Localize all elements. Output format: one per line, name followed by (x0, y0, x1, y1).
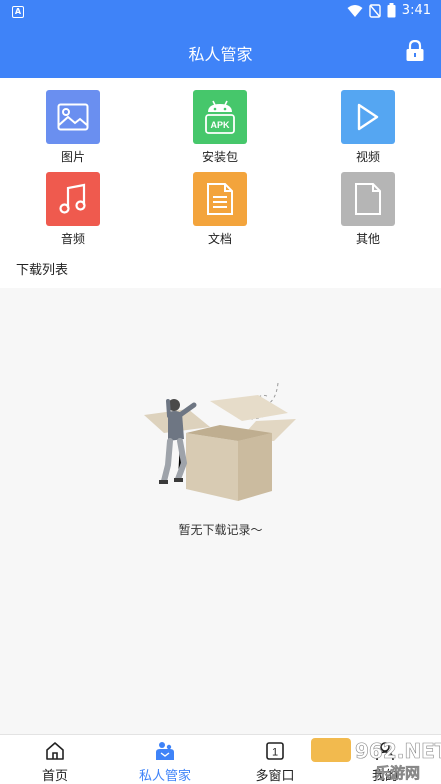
nav-home[interactable]: 首页 (0, 735, 110, 784)
music-icon (59, 183, 86, 214)
app-header: 私人管家 (0, 24, 441, 78)
lock-icon[interactable] (405, 40, 425, 62)
status-bar: A 3:41 (0, 0, 441, 24)
category-documents[interactable]: 文档 (165, 160, 275, 246)
wifi-icon (347, 4, 363, 17)
category-audio[interactable]: 音频 (18, 160, 128, 246)
file-icon (355, 183, 381, 215)
apk-badge: APK (210, 120, 230, 130)
home-icon (46, 742, 64, 760)
butler-icon (156, 742, 174, 760)
category-other[interactable]: 其他 (313, 160, 423, 246)
app-indicator-icon: A (12, 6, 24, 18)
empty-message: 暂无下载记录～ (178, 523, 263, 537)
empty-box-illustration (144, 383, 296, 501)
watermark-bottom: 乐游网 (375, 764, 420, 782)
category-tile (341, 172, 395, 226)
category-apk[interactable]: APK 安装包 (165, 78, 275, 164)
category-label: 其他 (355, 232, 380, 246)
watermark-top: 962.NET (355, 739, 441, 763)
category-videos[interactable]: 视频 (313, 78, 423, 164)
site-watermark-logo: 962.NET 乐游网 (311, 738, 441, 782)
category-tile (193, 172, 247, 226)
status-bar-right: 3:41 (347, 3, 431, 18)
category-tile (341, 90, 395, 144)
category-grid: 图片 APK 安装包 视频 音频 文档 其他 下载列表 (0, 78, 441, 288)
window-count: 1 (272, 747, 278, 759)
download-list-empty: 暂无下载记录～ (0, 288, 441, 734)
category-tile (46, 172, 100, 226)
nav-butler[interactable]: 私人管家 (110, 735, 220, 784)
category-images[interactable]: 图片 (18, 78, 128, 164)
battery-icon (387, 3, 396, 18)
category-tile (46, 90, 100, 144)
play-icon (357, 103, 379, 131)
nav-label: 私人管家 (138, 769, 191, 784)
image-icon (57, 103, 89, 131)
apk-icon: APK (205, 100, 235, 134)
category-label: 文档 (207, 232, 232, 246)
download-list-title: 下载列表 (16, 263, 69, 278)
signal-off-icon (369, 3, 381, 18)
category-label: 音频 (60, 232, 85, 246)
document-icon (207, 183, 233, 215)
status-time: 3:41 (401, 3, 431, 18)
page-title: 私人管家 (188, 45, 253, 64)
nav-label: 首页 (41, 769, 68, 784)
category-tile: APK (193, 90, 247, 144)
window-count-icon: 1 (266, 742, 284, 760)
